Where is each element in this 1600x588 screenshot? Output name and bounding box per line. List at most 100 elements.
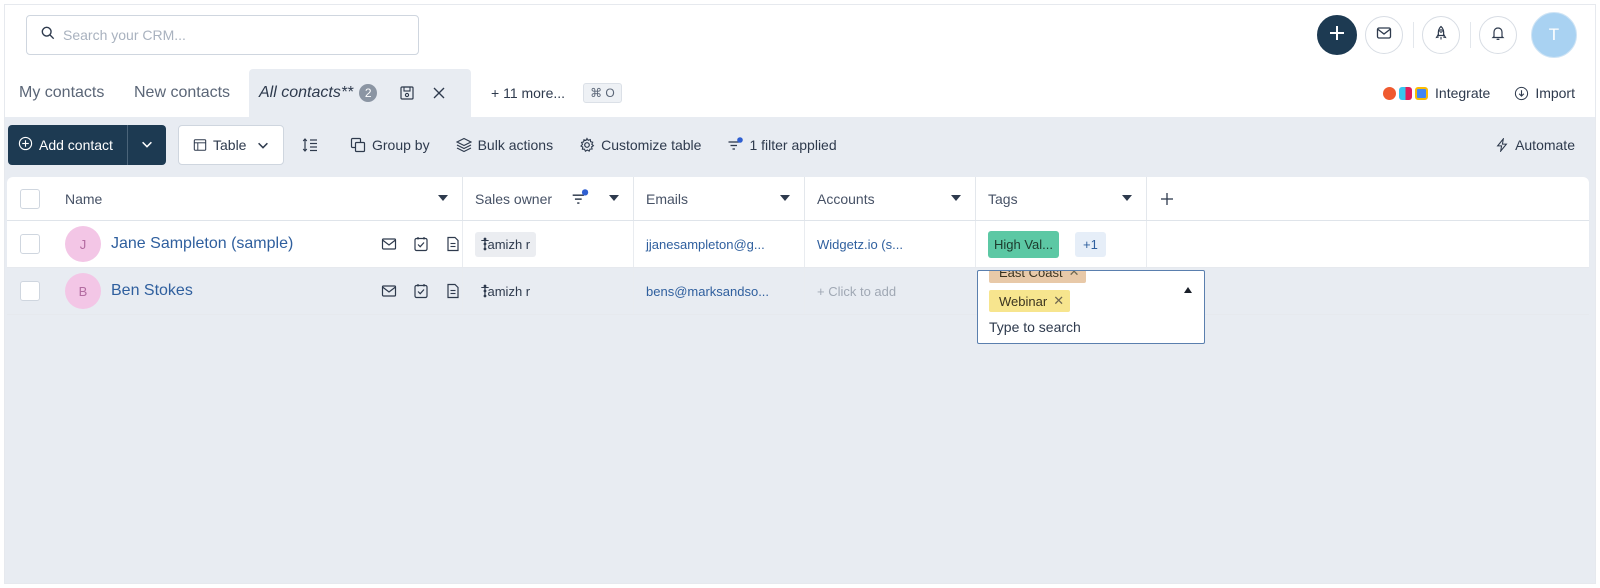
- contact-name-link[interactable]: Jane Sampleton (sample): [111, 235, 293, 253]
- import-button[interactable]: Import: [1514, 85, 1575, 101]
- view-type-select[interactable]: Table: [178, 125, 284, 165]
- contact-avatar: J: [65, 226, 101, 262]
- integrate-link[interactable]: Integrate: [1435, 85, 1490, 101]
- tab-new-contacts[interactable]: New contacts: [134, 69, 230, 117]
- add-contact-menu-toggle[interactable]: [128, 137, 166, 154]
- top-actions: T: [1309, 12, 1595, 58]
- email-cell[interactable]: bens@marksandso...: [634, 268, 805, 314]
- sort-caret-icon[interactable]: [609, 195, 619, 201]
- column-header-tags[interactable]: Tags: [976, 177, 1147, 220]
- task-icon[interactable]: [413, 236, 429, 252]
- save-view-icon[interactable]: [397, 83, 417, 103]
- divider: [1413, 22, 1414, 48]
- add-account-placeholder[interactable]: + Click to add: [817, 284, 896, 299]
- add-contact-main[interactable]: Add contact: [8, 125, 128, 165]
- email-link[interactable]: jjanesampleton@g...: [646, 237, 765, 252]
- filter-active-icon[interactable]: [571, 189, 589, 207]
- remove-tag-icon[interactable]: ✕: [1069, 271, 1080, 280]
- table-row[interactable]: B Ben Stokes Tamizh r bens@marksandso...: [7, 268, 1589, 315]
- empty-cell: [1147, 221, 1589, 267]
- select-all-checkbox[interactable]: [20, 188, 40, 209]
- more-options-icon[interactable]: [477, 236, 493, 252]
- column-header-emails[interactable]: Emails: [634, 177, 805, 220]
- select-all-checkbox-cell: [7, 177, 53, 220]
- row-density-button[interactable]: [302, 137, 324, 153]
- group-by-label: Group by: [372, 137, 430, 153]
- mail-icon[interactable]: [381, 236, 397, 252]
- tag-search-input[interactable]: [989, 319, 1189, 335]
- column-label: Sales owner: [475, 190, 553, 207]
- shortcut-hint: ⌘ O: [583, 83, 622, 103]
- row-checkbox[interactable]: [20, 234, 40, 254]
- account-cell[interactable]: + Click to add: [805, 268, 976, 314]
- rocket-icon: [1433, 25, 1449, 46]
- add-column-button[interactable]: [1147, 177, 1207, 220]
- collapse-caret-icon[interactable]: [1184, 287, 1192, 293]
- tab-all-contacts[interactable]: All contacts** 2: [249, 69, 471, 117]
- column-label: Tags: [988, 190, 1018, 207]
- more-views[interactable]: + 11 more... ⌘ O: [491, 69, 622, 117]
- sort-caret-icon[interactable]: [951, 195, 961, 201]
- tags-cell[interactable]: High Val... +1: [976, 221, 1147, 267]
- view-type-label: Table: [213, 137, 247, 153]
- plus-circle-icon: [18, 136, 39, 154]
- more-options-icon[interactable]: [477, 283, 493, 299]
- line-height-icon: [302, 137, 324, 153]
- sort-caret-icon[interactable]: [780, 195, 790, 201]
- more-tags-badge[interactable]: +1: [1075, 231, 1106, 257]
- list-toolbar: Add contact Table Group by Bulk actions …: [5, 125, 1595, 165]
- search-box[interactable]: [26, 15, 419, 55]
- column-header-accounts[interactable]: Accounts: [805, 177, 976, 220]
- row-quick-actions: [381, 221, 509, 267]
- sort-caret-icon[interactable]: [1122, 195, 1132, 201]
- user-avatar[interactable]: T: [1531, 12, 1577, 58]
- row-checkbox[interactable]: [20, 281, 40, 301]
- slack-logo-icon: [1399, 86, 1413, 100]
- gear-icon: [579, 137, 601, 153]
- contact-name-link[interactable]: Ben Stokes: [111, 282, 193, 300]
- task-icon[interactable]: [413, 283, 429, 299]
- notifications-button[interactable]: [1479, 16, 1517, 54]
- table-row[interactable]: J Jane Sampleton (sample) Tamizh r jjane…: [7, 221, 1589, 268]
- view-tabs: My contacts New contacts All contacts** …: [5, 69, 1595, 117]
- note-icon[interactable]: [445, 236, 461, 252]
- getting-started-button[interactable]: [1422, 16, 1460, 54]
- import-label: Import: [1535, 85, 1575, 101]
- filter-button[interactable]: 1 filter applied: [727, 137, 837, 153]
- plus-icon: [1327, 23, 1347, 48]
- email-cell[interactable]: jjanesampleton@g...: [634, 221, 805, 267]
- sort-caret-icon[interactable]: [438, 195, 448, 201]
- note-icon[interactable]: [445, 283, 461, 299]
- account-link[interactable]: Widgetz.io (s...: [817, 237, 903, 252]
- quick-add-button[interactable]: [1317, 15, 1357, 55]
- close-icon[interactable]: [429, 83, 449, 103]
- search-input[interactable]: [63, 27, 383, 43]
- tag-editor-dropdown[interactable]: East Coast ✕ Webinar ✕: [977, 270, 1205, 344]
- automate-button[interactable]: Automate: [1495, 125, 1575, 165]
- unsaved-count-badge: 2: [359, 84, 378, 102]
- add-contact-label: Add contact: [39, 137, 113, 153]
- tab-my-contacts[interactable]: My contacts: [19, 69, 104, 117]
- customize-table-button[interactable]: Customize table: [579, 137, 701, 153]
- email-link[interactable]: bens@marksandso...: [646, 284, 769, 299]
- filter-icon: [727, 137, 749, 153]
- add-contact-button[interactable]: Add contact: [8, 125, 166, 165]
- chevron-down-icon: [140, 137, 154, 154]
- account-cell[interactable]: Widgetz.io (s...: [805, 221, 976, 267]
- bulk-actions-button[interactable]: Bulk actions: [455, 137, 553, 153]
- tag-chip-label: Webinar: [999, 293, 1048, 309]
- email-button[interactable]: [1365, 16, 1403, 54]
- tag-chip: High Val...: [988, 230, 1060, 258]
- top-right-links: Integrate Import: [1383, 69, 1595, 117]
- contact-avatar: B: [65, 273, 101, 309]
- mail-icon: [1376, 25, 1392, 46]
- lightning-icon: [1495, 138, 1515, 152]
- column-header-sales-owner[interactable]: Sales owner: [463, 177, 634, 220]
- row-quick-actions: [381, 268, 509, 314]
- remove-tag-icon[interactable]: ✕: [1053, 293, 1064, 309]
- column-header-name[interactable]: Name: [53, 177, 463, 220]
- mail-icon[interactable]: [381, 283, 397, 299]
- group-by-button[interactable]: Group by: [350, 137, 430, 153]
- column-label: Name: [65, 190, 103, 207]
- download-icon: [1514, 86, 1529, 101]
